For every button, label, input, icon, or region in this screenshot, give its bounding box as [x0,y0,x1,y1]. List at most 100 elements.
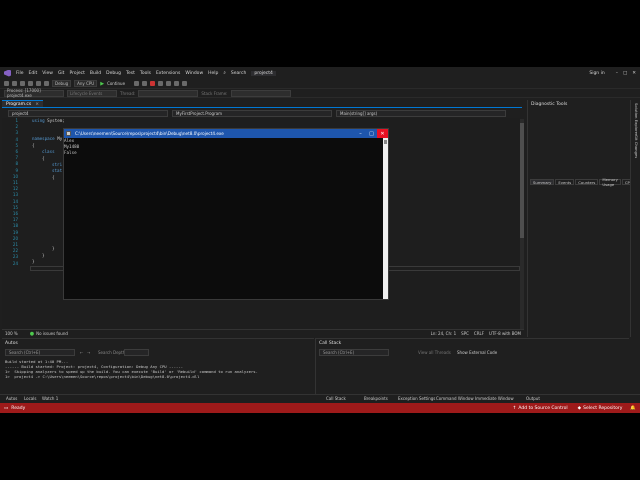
console-line: False [64,150,77,155]
tab-autos[interactable]: Autos [6,396,17,401]
continue-play-icon[interactable]: ▶ [100,81,104,87]
menu-build[interactable]: Build [90,71,101,76]
menu-edit[interactable]: Edit [29,71,38,76]
cursor-position[interactable]: Ln: 24, Ch: 1 [431,331,457,336]
platform-select[interactable]: Any CPU [74,80,98,87]
code-brace: } [52,246,55,251]
bottom-tab-strip: Autos Locals Watch 1 Call Stack Breakpoi… [0,394,640,402]
source-control-icon[interactable]: ↑ [513,406,517,411]
select-repository-button[interactable]: Select Repository [583,406,622,411]
console-scroll-up-icon[interactable] [384,140,387,144]
sign-in-link[interactable]: Sign in [589,71,604,76]
zoom-level[interactable]: 100 % [5,331,18,336]
menu-bar: File Edit View Git Project Build Debug T… [0,67,640,79]
line-number: 19 [12,229,18,235]
git-changes-tab[interactable]: Git Changes [634,135,639,158]
search-icon[interactable]: ⌕ [223,70,226,76]
menu-file[interactable]: File [16,71,24,76]
menu-view[interactable]: View [42,71,53,76]
console-minimize-icon[interactable]: – [355,129,366,138]
project-nav-select[interactable]: project4 [8,109,168,117]
menu-search[interactable]: Search [231,71,246,76]
hot-reload-icon[interactable] [134,81,140,86]
issues-status[interactable]: No issues found [36,331,68,336]
view-all-threads-button[interactable]: View all Threads [418,350,451,355]
menu-tools[interactable]: Tools [140,71,151,76]
line-number: 13 [12,192,18,198]
editor-scrollbar-thumb[interactable] [520,123,524,238]
stack-frame-select[interactable] [230,89,291,97]
line-number: 18 [12,223,18,229]
back-icon[interactable] [4,81,9,86]
menu-window[interactable]: Window [185,71,203,76]
console-window[interactable]: C:\Users\neemen\Source\repos\project4\bi… [63,128,389,300]
line-ending[interactable]: CRLF [474,331,484,336]
diag-tab-events[interactable]: Events [555,179,575,185]
add-to-source-control-button[interactable]: Add to Source Control [518,406,567,411]
line-number: 5 [15,142,18,148]
notifications-icon[interactable]: 🔔 [630,406,636,411]
step-out-icon[interactable] [182,81,188,86]
restart-icon[interactable] [158,81,164,86]
minimize-icon[interactable]: – [616,71,618,76]
file-encoding[interactable]: UTF-8 with BOM [489,331,521,336]
maximize-icon[interactable]: □ [623,71,627,76]
repository-icon[interactable]: ◆ [578,406,581,411]
pause-icon[interactable] [142,81,148,86]
console-scrollbar[interactable] [383,138,388,299]
menu-project[interactable]: Project [69,71,84,76]
diag-tab-summary[interactable]: Summary [530,179,555,185]
save-icon[interactable] [28,81,33,86]
tab-breakpoints[interactable]: Breakpoints [364,396,388,401]
callstack-search-input[interactable]: Search (Ctrl+E) [319,349,389,356]
member-nav-select[interactable]: Main(string[] args) [336,109,506,117]
show-external-code-button[interactable]: Show External Code [457,350,497,355]
autos-search-input[interactable]: Search (Ctrl+E) [5,349,75,356]
lifecycle-events-select[interactable]: Lifecycle Events [67,89,117,97]
tab-exception-settings[interactable]: Exception Settings [398,396,435,401]
menu-test[interactable]: Test [126,71,135,76]
step-into-icon[interactable] [174,81,180,86]
tab-call-stack[interactable]: Call Stack [326,396,346,401]
continue-button[interactable]: Continue [107,81,125,86]
console-title-bar[interactable]: C:\Users\neemen\Source\repos\project4\bi… [64,129,388,138]
search-depth-select[interactable] [124,349,149,356]
tab-program-cs[interactable]: Program.cs × [2,100,44,107]
forward-arrow-icon[interactable]: → [87,350,90,355]
toolbar: Debug Any CPU ▶ Continue [0,79,640,89]
line-number: 8 [15,161,18,167]
new-item-icon[interactable] [20,81,25,86]
process-select[interactable]: Process: [17000] project4.exe [4,88,64,98]
close-tab-icon[interactable]: × [35,102,39,107]
thread-label: Thread: [120,90,136,96]
back-arrow-icon[interactable]: ← [80,350,83,355]
stop-icon[interactable] [150,81,156,86]
close-icon[interactable]: ✕ [632,71,636,76]
tab-command-window[interactable]: Command Window [436,396,474,401]
menu-git[interactable]: Git [58,71,65,76]
console-app-icon [66,131,71,136]
tab-watch-1[interactable]: Watch 1 [42,396,58,401]
diag-tab-memory[interactable]: Memory Usage [599,177,621,187]
step-over-icon[interactable] [166,81,172,86]
console-maximize-icon[interactable]: □ [366,129,377,138]
tab-locals[interactable]: Locals [24,396,36,401]
indent-mode[interactable]: SPC [461,331,469,336]
menu-debug[interactable]: Debug [106,71,121,76]
redo-icon[interactable] [44,81,49,86]
line-number: 21 [12,242,18,247]
console-close-icon[interactable]: ✕ [377,129,388,138]
tab-output[interactable]: Output [526,396,540,401]
configuration-select[interactable]: Debug [52,80,72,87]
tab-immediate-window[interactable]: Immediate Window [475,396,514,401]
menu-help[interactable]: Help [208,71,218,76]
forward-icon[interactable] [12,81,17,86]
menu-extensions[interactable]: Extensions [156,71,180,76]
line-number: 2 [15,124,18,130]
undo-icon[interactable] [36,81,41,86]
class-nav-select[interactable]: MyFirstProject.Program [172,109,332,117]
diag-tab-counters[interactable]: Counters [575,179,599,185]
solution-explorer-tab[interactable]: Solution Explorer [634,103,639,135]
thread-select[interactable] [138,89,199,97]
keyword: using [32,118,45,123]
